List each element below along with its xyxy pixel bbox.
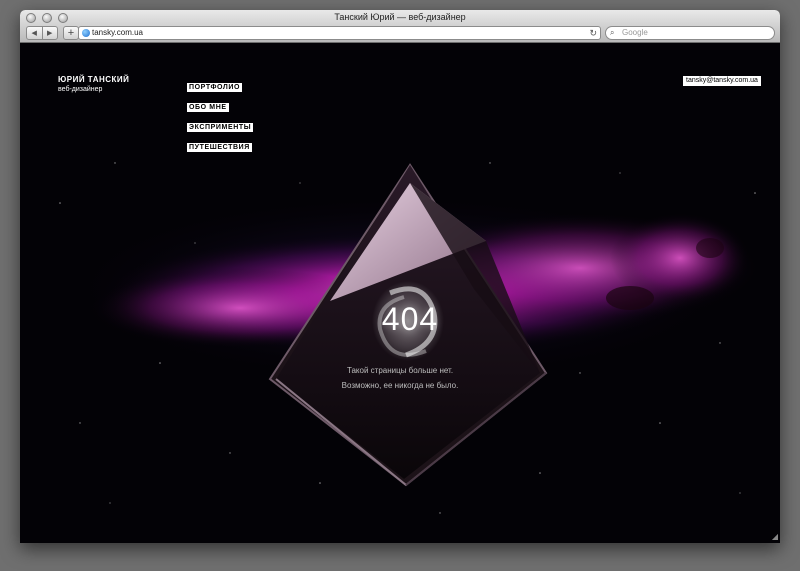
browser-toolbar: Танский Юрий — веб-дизайнер ◀ ▶ + tansky… xyxy=(20,10,780,43)
nav-item-label[interactable]: Эксприменты xyxy=(187,123,254,132)
search-icon: ⌕ xyxy=(610,28,615,37)
site-logo-subtitle: веб-дизайнер xyxy=(58,86,103,93)
nav-item-label[interactable]: Обо мне xyxy=(187,103,229,112)
main-nav: Портфолио Обо мне Эксприменты Путешестви… xyxy=(187,76,254,156)
nav-item-about[interactable]: Обо мне xyxy=(187,96,253,114)
nav-item-travel[interactable]: Путешествия xyxy=(187,136,253,154)
history-buttons: ◀ ▶ xyxy=(26,26,58,40)
address-text[interactable]: tansky.com.ua xyxy=(92,27,143,39)
window-title: Танский Юрий — веб-дизайнер xyxy=(334,12,466,22)
add-bookmark-button[interactable]: + xyxy=(63,26,79,40)
resize-grip-icon[interactable]: ◢ xyxy=(772,533,778,541)
browser-window: Танский Юрий — веб-дизайнер ◀ ▶ + tansky… xyxy=(20,10,780,543)
reload-icon[interactable]: ↻ xyxy=(589,27,597,39)
page-content: ЮРИЙ ТАНСКИЙ веб-дизайнер Портфолио Обо … xyxy=(20,43,780,543)
nav-item-experiments[interactable]: Эксприменты xyxy=(187,116,254,134)
pyramid-illustration xyxy=(268,163,548,487)
address-bar[interactable]: tansky.com.ua ↻ xyxy=(78,26,601,40)
error-message-line2: Возможно, ее никогда не было. xyxy=(341,381,459,390)
nav-item-label[interactable]: Портфолио xyxy=(187,83,243,92)
error-message-line1: Такой страницы больше нет. xyxy=(346,366,454,375)
site-logo-name[interactable]: ЮРИЙ ТАНСКИЙ xyxy=(58,75,129,84)
back-button[interactable]: ◀ xyxy=(27,27,42,39)
nav-item-portfolio[interactable]: Портфолио xyxy=(187,76,253,94)
search-input[interactable] xyxy=(622,27,762,39)
search-field[interactable]: ⌕ xyxy=(605,26,775,40)
forward-button[interactable]: ▶ xyxy=(41,27,58,39)
site-globe-icon xyxy=(82,29,90,37)
email-link[interactable]: tansky@tansky.com.ua xyxy=(683,76,761,86)
error-code: 404 xyxy=(381,301,439,337)
nav-item-label[interactable]: Путешествия xyxy=(187,143,252,152)
